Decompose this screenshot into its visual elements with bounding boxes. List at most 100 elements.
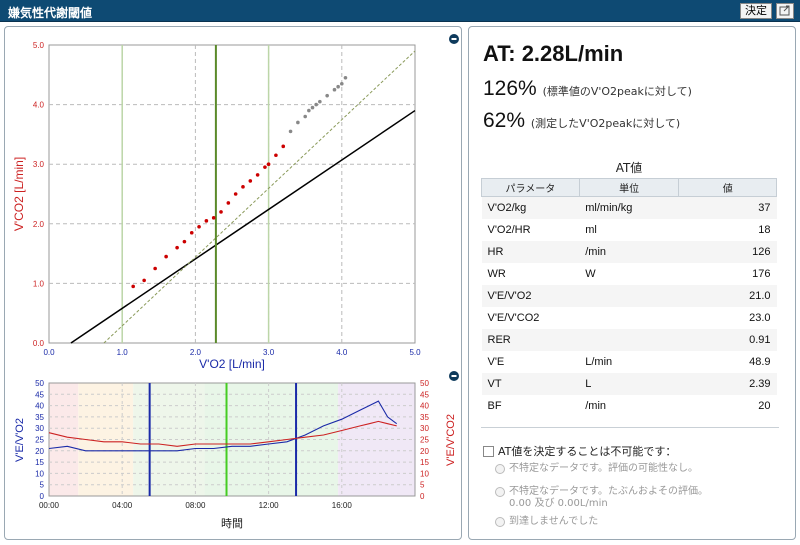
window-titlebar: 嫌気性代謝閾値 決定 [0,0,800,22]
y-tick-label-right: 20 [420,447,429,456]
unit-cell: ml [585,223,597,236]
y-tick-label-left: 50 [35,379,44,388]
table-header-row: パラメータ 単位 値 [481,178,777,197]
top-plot-area [48,44,416,344]
radio-icon[interactable] [495,464,505,474]
unit-cell [579,328,679,351]
data-point [233,192,238,196]
at-table-title: AT値 [615,161,643,175]
x-tick-label: 2.0 [190,348,202,357]
at-table: パラメータ 単位 値 V'O2/kg ml/min/kg 37 V'O2/HR ml 18… [481,178,777,417]
table-row: WR W 176 [482,263,777,285]
option-unspecified-no-eval[interactable]: 不特定なデータです。評価の可能性なし。 [495,463,698,475]
data-point [310,105,315,110]
param-cell: BF [487,399,502,412]
param-cell: V'E [487,355,505,368]
table-row: BF/min 20 [482,395,777,417]
x-tick-label: 12:00 [259,501,280,510]
x-tick-label: 08:00 [185,501,206,510]
x-tick-label: 04:00 [112,501,133,510]
y-tick-label-right: 5 [420,481,425,490]
y-tick-label-left: 40 [35,402,44,411]
value-cell: 48.9 [749,355,771,368]
data-point [226,201,231,205]
data-point [248,179,253,183]
charts-panel: 0.0 1.0 2.0 3.0 4.0 5.0 0.0 1.0 2.0 3.0 4.0 5.0 V'O… [4,26,462,540]
column-header-value[interactable]: 値 [678,178,777,197]
y-tick-label-left: 15 [35,458,44,467]
data-point [281,144,286,149]
data-point [182,239,187,244]
cannot-determine-checkbox-row[interactable]: AT値を決定することは不可能です： [483,443,676,459]
y-tick-label: 4.0 [33,101,45,110]
y-tick-label-left: 20 [35,447,44,456]
radio-icon[interactable] [495,517,505,527]
y-tick-label-right: 35 [420,413,429,422]
radio-icon[interactable] [495,487,505,497]
top-xlabel: V'O2 [L/min] [199,357,265,371]
data-point [211,216,216,220]
data-point [296,120,300,125]
option-unspecified-estimate[interactable]: 不特定なデータです。たぶんおよその評価。 0.00 及び 0.00L/min [495,486,708,510]
y-tick-label-left: 25 [35,436,44,445]
data-point [266,162,271,166]
x-tick-label: 00:00 [39,501,60,510]
data-point [131,284,135,289]
y-tick-label-left: 0 [40,492,45,501]
data-point [142,278,146,283]
data-point [318,99,322,104]
collapse-icon[interactable] [449,371,459,381]
unit-cell [579,284,679,307]
bottom-xlabel: 時間 [221,517,243,530]
popout-icon [779,5,790,16]
data-point [332,87,337,92]
y-tick-label-right: 15 [420,458,429,467]
charts-svg: 0.0 1.0 2.0 3.0 4.0 5.0 0.0 1.0 2.0 3.0 4.0 5.0 V'O… [12,34,459,530]
table-row: V'O2/kg ml/min/kg 37 [481,196,777,219]
y-tick-label: 0.0 [33,339,45,348]
y-tick-label-right: 25 [420,436,429,445]
vo2-vco2-chart: 0.0 1.0 2.0 3.0 4.0 5.0 0.0 1.0 2.0 3.0 4.0 5.0 V'O… [12,34,459,371]
unit-cell: L [579,372,679,395]
value-cell: 2.39 [678,372,777,395]
confirm-button[interactable]: 決定 [740,3,772,19]
table-row: V'E/V'CO2 23.0 [482,307,777,329]
table-row: RER 0.91 [481,328,777,351]
param-cell: V'O2/HR [487,223,531,236]
y-tick-label-right: 0 [420,492,425,501]
unit-cell: W [585,267,596,280]
popout-button[interactable] [776,3,794,19]
value-cell: 21.0 [678,284,777,307]
data-point [204,219,209,223]
collapse-icon[interactable] [449,34,459,44]
table-row: V'E L/min 48.9 [482,351,777,373]
pct-standard-line: 126% (標準値のV'O2peakに対して) [483,77,692,101]
data-point [219,210,223,214]
y-tick-label-left: 5 [40,481,45,490]
param-cell: WR [487,267,506,280]
data-point [175,245,179,250]
table-row: HR/min 126 [481,240,777,263]
table-row: V'O2/HR ml 18 [482,219,777,241]
pct-standard-note: (標準値のV'O2peakに対して) [542,85,692,98]
y-tick-label-right: 40 [420,402,429,411]
x-tick-label: 3.0 [263,348,275,357]
table-row: V'E/V'O2 21.0 [481,284,777,307]
column-header-param[interactable]: パラメータ [481,178,580,197]
y-tick-label: 1.0 [33,279,45,288]
x-tick-label: 16:00 [332,501,353,510]
param-cell: HR [481,240,580,263]
pct-measured-value: 62% [483,109,526,132]
bottom-ylabel-right: V'E/V'CO2 [445,414,457,466]
cannot-determine-checkbox[interactable] [483,445,494,457]
data-point [189,230,194,235]
data-point [153,266,157,271]
pct-measured-line: 62% (測定したV'O2peakに対して) [483,109,680,133]
unit-cell: /min [579,240,679,263]
value-cell: 126 [678,240,777,263]
data-point [336,84,340,89]
option-not-reached[interactable]: 到達しませんでした [495,516,598,528]
param-cell: VT [481,372,580,395]
column-header-unit[interactable]: 単位 [578,178,680,197]
data-point [325,93,329,98]
